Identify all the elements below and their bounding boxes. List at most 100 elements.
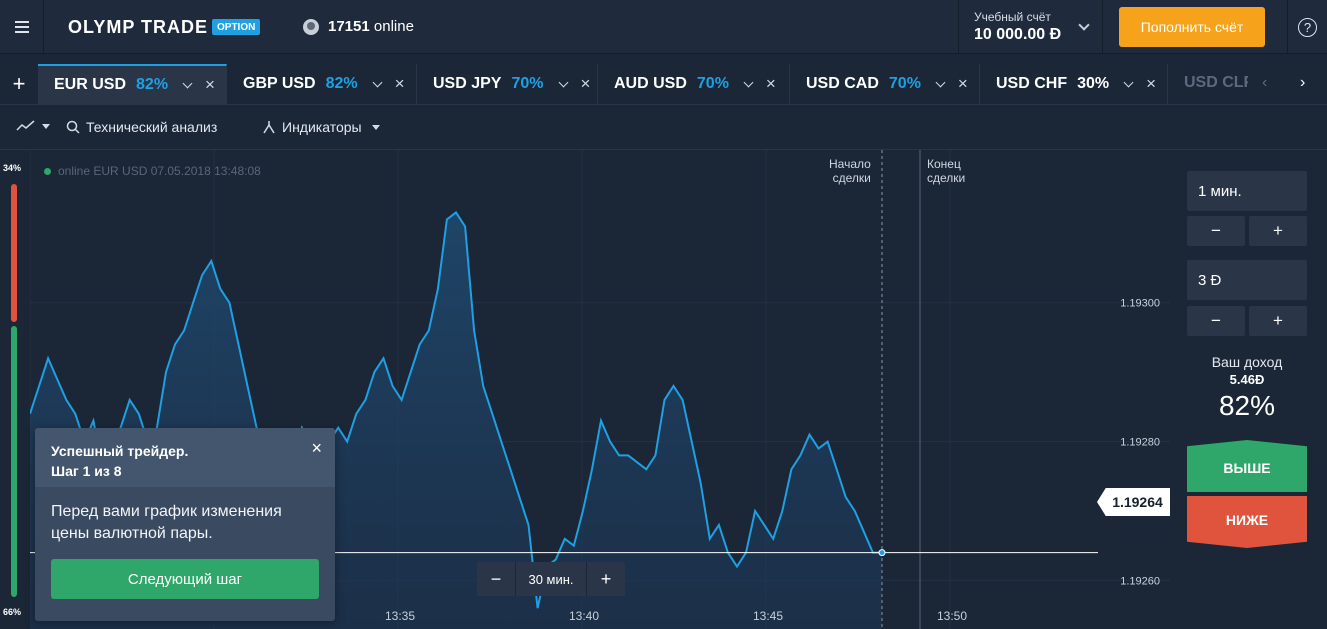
tutorial-body: Перед вами график изменения цены валютно… <box>51 503 282 542</box>
tab-name: USD JPY <box>433 75 502 92</box>
tab-name: EUR USD <box>54 76 127 93</box>
higher-button[interactable]: ВЫШЕ <box>1187 440 1307 492</box>
close-icon[interactable]: × <box>395 74 405 94</box>
user-icon <box>303 18 319 35</box>
online-counter: 17151 online <box>303 18 414 35</box>
top-bar: OLYMP TRADE OPTION 17151 online Учебный … <box>0 0 1327 54</box>
tab-gbp-usd[interactable]: GBP USD 82% × <box>227 64 417 104</box>
chevron-down-icon[interactable] <box>743 77 754 87</box>
close-icon[interactable]: × <box>1146 74 1156 94</box>
tutorial-title: Успешный трейдер. <box>51 443 189 459</box>
deal-end-line1: Конец <box>927 157 961 171</box>
x-tick-label: 13:40 <box>569 609 599 623</box>
line-chart-icon <box>16 120 35 131</box>
tab-payout: 30% <box>1077 75 1110 92</box>
tab-payout: 70% <box>511 75 544 92</box>
indicators-button[interactable]: Индикаторы <box>262 119 380 135</box>
amount-minus-button[interactable]: − <box>1187 306 1245 336</box>
magnifier-chart-icon <box>66 120 80 134</box>
x-tick-label: 13:45 <box>753 609 783 623</box>
chevron-down-icon[interactable] <box>935 77 946 87</box>
chevron-down-icon[interactable] <box>1123 77 1134 87</box>
lower-button[interactable]: НИЖЕ <box>1187 496 1307 548</box>
income-value: 5.46Đ <box>1229 372 1265 387</box>
tab-eur-usd[interactable]: EUR USD 82% × <box>38 64 227 104</box>
tab-name: USD CHF <box>996 75 1068 92</box>
y-tick-label: 1.19260 <box>1120 575 1160 587</box>
zoom-level[interactable]: 30 мин. <box>515 562 587 596</box>
x-tick-label: 13:50 <box>937 609 967 623</box>
tab-usd-cad[interactable]: USD CAD 70% × <box>790 64 980 104</box>
y-tick-label: 1.19300 <box>1120 298 1160 310</box>
chevron-down-icon <box>371 124 380 130</box>
tab-payout: 70% <box>696 75 729 92</box>
tab-aud-usd[interactable]: AUD USD 70% × <box>598 64 790 104</box>
amount-plus-button[interactable]: + <box>1249 306 1307 336</box>
chevron-down-icon[interactable] <box>558 77 568 87</box>
tab-payout: 70% <box>888 75 921 92</box>
add-tab-button[interactable]: + <box>0 64 38 104</box>
deposit-button[interactable]: Пополнить счёт <box>1119 7 1265 47</box>
chart-type-selector[interactable] <box>16 119 50 133</box>
trade-panel: 1 мин. − + 3 Đ − + Ваш доход 5.46Đ 82% В… <box>1170 150 1327 629</box>
next-step-button[interactable]: Следующий шаг <box>51 559 319 599</box>
chevron-left-icon[interactable]: ‹ <box>1262 74 1267 92</box>
tab-usd-clp[interactable]: USD CLP <box>1184 74 1248 92</box>
sentiment-up-pct: 66% <box>3 607 22 617</box>
tab-usd-jpy[interactable]: USD JPY 70% × <box>417 64 598 104</box>
indicator-icon <box>263 121 275 134</box>
chevron-down-icon <box>42 123 50 129</box>
x-tick-label: 13:35 <box>385 609 415 623</box>
income-label: Ваш доход <box>1211 354 1283 370</box>
logo: OLYMP TRADE <box>68 17 209 37</box>
current-price-dot <box>878 549 886 557</box>
amount-field[interactable]: 3 Đ <box>1187 260 1307 300</box>
menu-icon[interactable] <box>0 0 44 54</box>
sentiment-up-bar <box>11 326 17 597</box>
y-tick-label: 1.19280 <box>1120 437 1160 449</box>
deal-start-line2: сделки <box>832 171 871 185</box>
tab-name: USD CAD <box>806 75 879 92</box>
tab-payout: 82% <box>136 76 169 93</box>
tab-usd-chf[interactable]: USD CHF 30% × <box>980 64 1168 104</box>
chevron-right-icon[interactable]: › <box>1300 74 1305 92</box>
deal-end-label: Конец сделки <box>927 157 965 185</box>
current-price-tag: 1.19264 <box>1097 488 1170 516</box>
sentiment-down-bar <box>11 184 17 322</box>
help-icon: ? <box>1298 17 1317 37</box>
close-icon[interactable]: × <box>311 438 322 459</box>
tab-name: GBP USD <box>243 75 316 92</box>
sentiment-down-pct: 34% <box>3 163 22 173</box>
online-dot-icon <box>44 167 51 175</box>
tab-payout: 82% <box>325 75 358 92</box>
zoom-control: − 30 мин. + <box>477 562 625 596</box>
income-percent: 82% <box>1218 390 1276 421</box>
close-icon[interactable]: × <box>958 74 968 94</box>
duration-plus-button[interactable]: + <box>1249 216 1307 246</box>
zoom-out-button[interactable]: − <box>477 562 515 596</box>
close-icon[interactable]: × <box>766 74 776 94</box>
chevron-down-icon[interactable] <box>182 78 193 88</box>
deal-start-line1: Начало <box>829 157 871 171</box>
help-button[interactable]: ? <box>1287 0 1327 54</box>
tutorial-header: Успешный трейдер. Шаг 1 из 8 <box>35 428 335 487</box>
deal-start-label: Начало сделки <box>829 157 871 185</box>
online-count: 17151 <box>328 18 370 35</box>
trader-sentiment: 34% 66% <box>0 150 30 629</box>
close-icon[interactable]: × <box>205 75 215 95</box>
duration-minus-button[interactable]: − <box>1187 216 1245 246</box>
online-label: online <box>373 18 414 35</box>
chart-status: online EUR USD 07.05.2018 13:48:08 <box>44 164 261 178</box>
zoom-in-button[interactable]: + <box>587 562 625 596</box>
duration-field[interactable]: 1 мин. <box>1187 171 1307 211</box>
close-icon[interactable]: × <box>581 74 591 94</box>
chevron-down-icon[interactable] <box>372 77 383 87</box>
tutorial-step: Шаг 1 из 8 <box>51 463 122 479</box>
indicators-label: Индикаторы <box>282 119 362 135</box>
chart-toolbar: Технический анализ Индикаторы <box>0 106 1327 150</box>
tutorial-popup: Успешный трейдер. Шаг 1 из 8 × Перед вам… <box>35 428 335 621</box>
account-selector[interactable]: Учебный счёт 10 000.00 Đ <box>958 0 1103 54</box>
chart-status-text: online EUR USD 07.05.2018 13:48:08 <box>58 164 261 178</box>
technical-analysis-label: Технический анализ <box>86 119 218 135</box>
technical-analysis-button[interactable]: Технический анализ <box>66 119 217 135</box>
